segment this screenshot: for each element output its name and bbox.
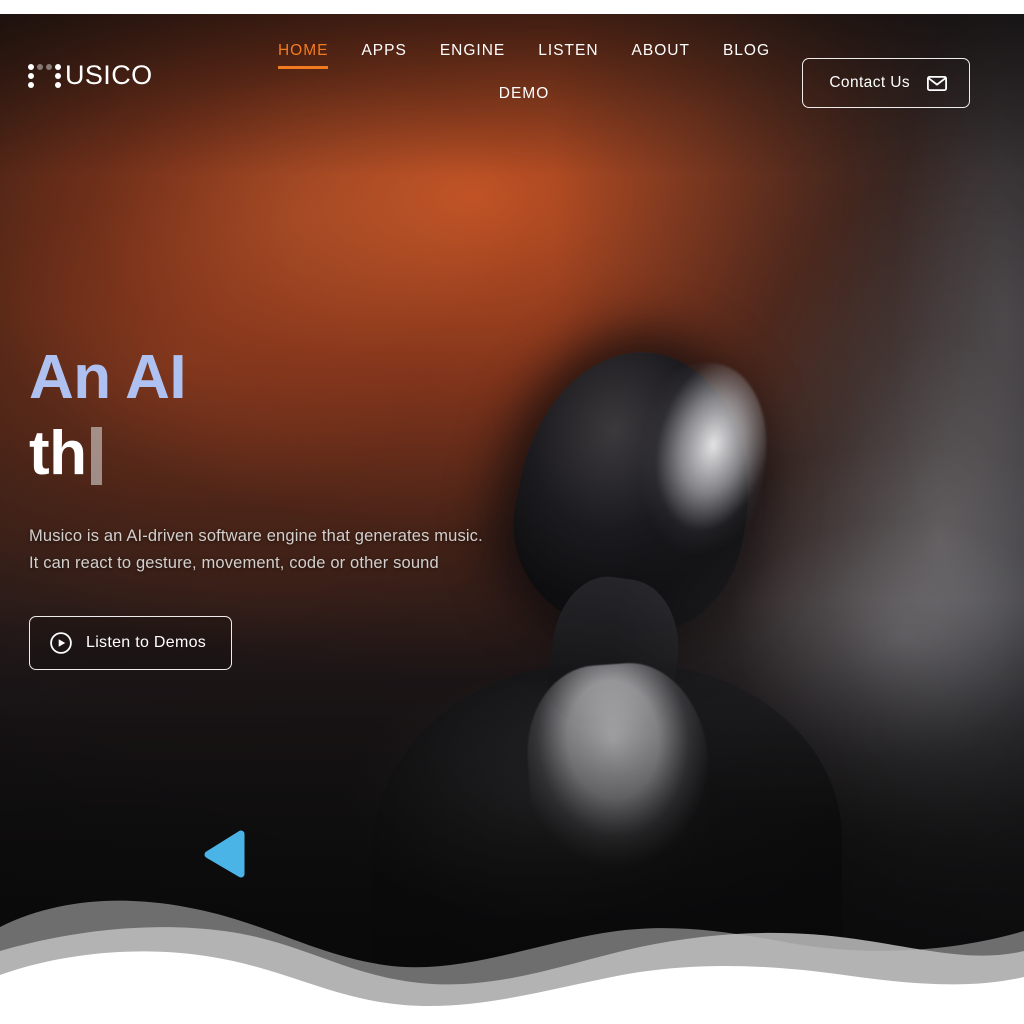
logo-text: USICO xyxy=(65,60,153,90)
hero-subtitle-line2: It can react to gesture, movement, code … xyxy=(29,553,439,572)
envelope-icon xyxy=(927,75,947,91)
nav-item-listen[interactable]: LISTEN xyxy=(538,42,598,69)
top-white-strip xyxy=(0,0,1024,14)
hero-headline: An AI th xyxy=(29,340,589,491)
carousel-prev-button[interactable] xyxy=(197,825,255,883)
triangle-left-icon xyxy=(204,830,245,878)
hero-headline-line1: An AI xyxy=(29,343,187,412)
play-circle-icon xyxy=(50,631,72,654)
hero-headline-line2: th xyxy=(29,416,589,492)
nav-second-row: DEMO xyxy=(264,85,784,112)
nav-item-apps[interactable]: APPS xyxy=(361,42,406,69)
header-inner: USICO HOME APPS ENGINE LISTEN ABOUT BLOG… xyxy=(28,26,996,130)
hero-headline-typed-text: th xyxy=(29,418,87,488)
hero-content: An AI th Musico is an AI-driven software… xyxy=(29,340,589,670)
hero-subtitle: Musico is an AI-driven software engine t… xyxy=(29,523,589,576)
nav-item-blog[interactable]: BLOG xyxy=(723,42,770,69)
nav-item-demo[interactable]: DEMO xyxy=(499,85,550,112)
hero-section: USICO HOME APPS ENGINE LISTEN ABOUT BLOG… xyxy=(0,14,1024,1024)
listen-to-demos-label: Listen to Demos xyxy=(86,633,207,651)
nav-item-about[interactable]: ABOUT xyxy=(632,42,690,69)
nav-item-home[interactable]: HOME xyxy=(277,42,329,69)
wave-divider xyxy=(0,879,1024,1024)
page-root: USICO HOME APPS ENGINE LISTEN ABOUT BLOG… xyxy=(0,0,1024,1024)
contact-us-label: Contact Us xyxy=(829,74,910,91)
site-header: USICO HOME APPS ENGINE LISTEN ABOUT BLOG… xyxy=(0,14,1024,130)
logo[interactable]: USICO xyxy=(28,62,153,89)
dot-matrix-m-icon xyxy=(28,63,61,88)
listen-to-demos-button[interactable]: Listen to Demos xyxy=(29,615,233,670)
main-navigation: HOME APPS ENGINE LISTEN ABOUT BLOG DEMO xyxy=(264,26,784,112)
hero-subtitle-line1: Musico is an AI-driven software engine t… xyxy=(29,527,483,546)
nav-item-engine[interactable]: ENGINE xyxy=(440,42,505,69)
contact-us-button[interactable]: Contact Us xyxy=(802,58,970,108)
wave-divider-svg xyxy=(0,900,1024,1024)
typing-cursor xyxy=(90,426,102,485)
